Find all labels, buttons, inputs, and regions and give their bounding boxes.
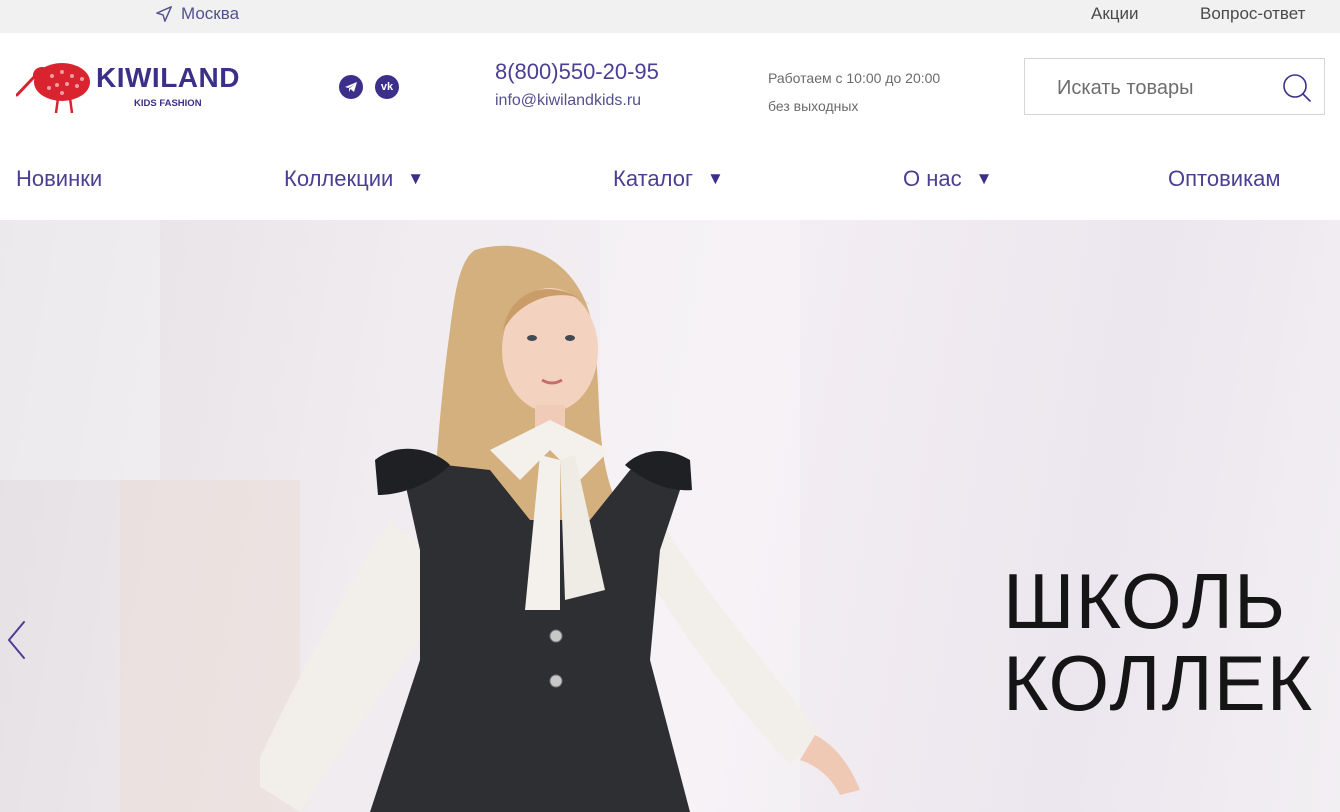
kiwi-bird-logo-icon <box>16 63 90 114</box>
chevron-left-icon[interactable] <box>4 618 28 662</box>
search-input[interactable] <box>1055 73 1269 103</box>
email-address[interactable]: info@kiwilandkids.ru <box>495 92 641 110</box>
nav-label: О нас <box>903 166 962 191</box>
hero-title: ШКОЛЬ КОЛЛЕК <box>1003 557 1314 727</box>
logo-tagline: KIDS FASHION <box>134 98 202 109</box>
city-selector[interactable]: Москва <box>155 4 239 24</box>
search-box <box>1024 58 1325 115</box>
faq-link[interactable]: Вопрос-ответ <box>1200 4 1305 24</box>
nav-collections[interactable]: Коллекции ▼ <box>284 166 424 192</box>
nav-new-arrivals[interactable]: Новинки <box>16 166 102 192</box>
search-icon[interactable] <box>1282 73 1312 103</box>
site-logo[interactable]: KIWILAND KIDS FASHION <box>16 58 246 114</box>
caret-down-icon: ▼ <box>407 169 425 188</box>
nav-label: Каталог <box>613 166 693 191</box>
promotions-link[interactable]: Акции <box>1091 4 1139 24</box>
top-bar: Москва Акции Вопрос-ответ <box>0 0 1340 33</box>
nav-label: Оптовикам <box>1168 166 1281 191</box>
caret-down-icon: ▼ <box>975 169 993 188</box>
nav-catalog[interactable]: Каталог ▼ <box>613 166 724 192</box>
location-arrow-icon <box>156 6 172 22</box>
nav-about[interactable]: О нас ▼ <box>903 166 992 192</box>
working-hours: Работаем с 10:00 до 20:00 без выходных <box>768 70 941 114</box>
nav-label: Коллекции <box>284 166 394 191</box>
city-label: Москва <box>181 4 240 23</box>
nav-wholesale[interactable]: Оптовикам <box>1168 166 1281 192</box>
phone-number[interactable]: 8(800)550-20-95 <box>495 59 659 85</box>
nav-label: Новинки <box>16 166 103 191</box>
caret-down-icon: ▼ <box>706 169 724 188</box>
hero-model-photo <box>260 245 860 812</box>
hero-banner[interactable]: ШКОЛЬ КОЛЛЕК <box>0 220 1340 812</box>
vk-icon[interactable]: vk <box>375 75 399 99</box>
telegram-icon[interactable] <box>339 75 363 99</box>
logo-wordmark: KIWILAND <box>96 62 240 93</box>
background-panel <box>0 220 160 480</box>
